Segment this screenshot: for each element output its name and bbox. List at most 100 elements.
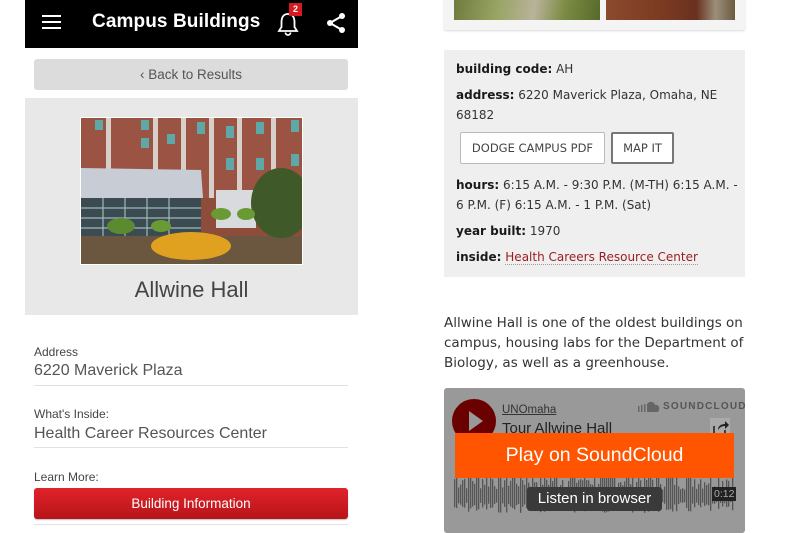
waveform-bar [496, 488, 498, 503]
waveform-bar [466, 488, 468, 503]
waveform-bar [702, 488, 704, 503]
divider [34, 385, 348, 386]
waveform-bar [478, 475, 480, 510]
map-it-button[interactable]: MAP IT [611, 132, 674, 164]
address-row: address: 6220 Maverick Plaza, Omaha, NE … [456, 85, 741, 125]
waveform-bar [456, 477, 458, 509]
waveform-bar [678, 486, 680, 504]
waveform-bar [514, 475, 516, 510]
waveform-bar [662, 489, 664, 503]
waveform-bar [516, 483, 518, 506]
waveform-bar [486, 475, 488, 510]
waveform-bar [668, 474, 670, 510]
building-photo [80, 117, 303, 265]
waveform-bar [484, 484, 486, 505]
soundcloud-brand: SOUNDCLOUD [663, 401, 745, 412]
waveform-bar [700, 479, 702, 508]
waveform-bar [504, 480, 506, 507]
listen-in-browser-button[interactable]: Listen in browser [527, 487, 662, 511]
hours-value: 6:15 A.M. - 9:30 P.M. (M-TH) 6:15 A.M. -… [456, 178, 738, 212]
waveform-bar [680, 489, 682, 503]
gallery-thumbnail[interactable] [606, 0, 735, 20]
building-code-value: AH [556, 62, 574, 76]
waveform-bar [474, 483, 476, 506]
waveform-bar [490, 477, 492, 509]
waveform-bar [706, 484, 708, 505]
mobile-app-screen: Campus Buildings 2 ‹ Back to Results All… [25, 0, 358, 533]
building-hero: Allwine Hall [25, 99, 358, 315]
waveform-bar [480, 488, 482, 503]
waveform-bar [458, 487, 460, 504]
waveform-bar [476, 472, 478, 511]
address-value: 6220 Maverick Plaza [34, 362, 183, 379]
waveform-bar [524, 484, 526, 505]
inside-link[interactable]: Health Careers Resource Center [505, 250, 698, 265]
waveform-bar [502, 487, 504, 504]
app-title: Campus Buildings [92, 11, 261, 32]
waveform-bar [460, 484, 462, 505]
waveform-bar [704, 482, 706, 506]
inside-row: inside: Health Careers Resource Center [456, 247, 741, 267]
building-photo-illustration [81, 118, 302, 264]
waveform-bar [462, 480, 464, 507]
waveform-bar [472, 480, 474, 507]
waveform-bar [674, 484, 676, 505]
notification-badge: 2 [289, 3, 302, 16]
divider [34, 447, 348, 448]
waveform-bar [464, 478, 466, 508]
inside-label: inside: [456, 250, 502, 264]
waveform-bar [664, 486, 666, 504]
web-page: building code: AH address: 6220 Maverick… [440, 0, 750, 533]
soundcloud-player: UNOmaha Tour Allwine Hall SOUNDCLOUD 0:1… [444, 388, 745, 533]
waveform-bar [488, 486, 490, 504]
waveform-bar [698, 483, 700, 506]
whats-inside-label: What's Inside: [34, 407, 109, 421]
building-info-card: building code: AH address: 6220 Maverick… [444, 50, 745, 277]
waveform-bar [696, 488, 698, 503]
track-duration: 0:12 [712, 487, 737, 501]
share-icon[interactable] [326, 12, 346, 34]
hamburger-menu-icon[interactable] [42, 15, 61, 30]
soundcloud-user-link[interactable]: UNOmaha [502, 404, 556, 416]
learn-more-label: Learn More: [34, 470, 99, 484]
waveform-bar [522, 480, 524, 507]
waveform-bar [494, 486, 496, 504]
whats-inside-value: Health Career Resources Center [34, 425, 267, 442]
waveform-bar [512, 477, 514, 509]
photo-gallery [444, 0, 745, 30]
year-built-label: year built: [456, 224, 527, 238]
waveform-bar [708, 483, 710, 506]
waveform-bar [684, 489, 686, 503]
waveform-bar [666, 474, 668, 510]
soundcloud-logo-icon [638, 401, 660, 412]
app-top-bar: Campus Buildings 2 [25, 0, 358, 48]
dodge-campus-pdf-button[interactable]: DODGE CAMPUS PDF [460, 132, 605, 164]
building-code-row: building code: AH [456, 59, 741, 79]
building-description: Allwine Hall is one of the oldest buildi… [444, 315, 744, 371]
waveform-bar [692, 486, 694, 504]
divider [34, 524, 348, 525]
gallery-thumbnail[interactable] [454, 0, 600, 20]
back-to-results-button[interactable]: ‹ Back to Results [34, 59, 348, 90]
year-built-value: 1970 [529, 224, 561, 238]
building-code-label: building code: [456, 62, 553, 76]
building-name: Allwine Hall [134, 277, 249, 302]
address-label: Address [34, 345, 79, 359]
waveform-bar [694, 479, 696, 508]
hours-row: hours: 6:15 A.M. - 9:30 P.M. (M-TH) 6:15… [456, 175, 741, 215]
waveform-bar [686, 478, 688, 508]
hours-label: hours: [456, 178, 500, 192]
waveform-bar [670, 475, 672, 510]
waveform-bar [454, 479, 456, 508]
waveform-bar [470, 477, 472, 509]
waveform-bar [682, 488, 684, 503]
address-label: address: [456, 88, 515, 102]
waveform-bar [492, 479, 494, 508]
waveform-bar [518, 486, 520, 504]
waveform-bar [510, 480, 512, 507]
play-on-soundcloud-button[interactable]: Play on SoundCloud [455, 433, 734, 478]
waveform-bar [508, 485, 510, 505]
waveform-bar [482, 479, 484, 508]
building-information-button[interactable]: Building Information [34, 488, 348, 519]
year-built-row: year built: 1970 [456, 221, 741, 241]
